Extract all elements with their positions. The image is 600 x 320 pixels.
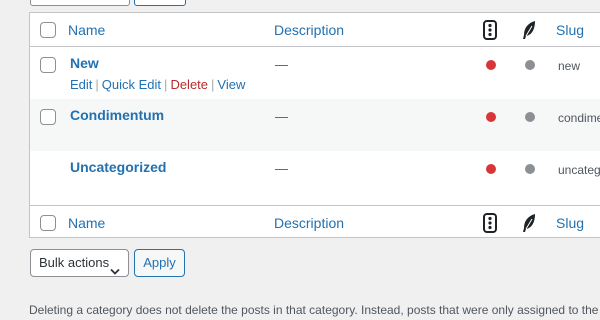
bulk-actions-select[interactable]: Bulk actions <box>30 249 129 277</box>
row-checkbox[interactable] <box>40 57 56 73</box>
action-separator: | <box>211 77 215 92</box>
column-name-sort-link[interactable]: Name <box>68 215 105 231</box>
view-link[interactable]: View <box>217 77 245 92</box>
category-description: — <box>275 109 288 124</box>
column-slug-sort-link[interactable]: Slug <box>556 22 584 38</box>
comments-column-icon[interactable] <box>482 213 498 233</box>
category-slug: condime <box>558 111 600 125</box>
column-description-sort-link[interactable]: Description <box>274 215 344 231</box>
table-row: Condimentum — condime <box>30 99 600 151</box>
row-actions: Edit | Quick Edit | Delete | View <box>70 77 245 92</box>
status-dot-grey <box>525 60 535 70</box>
category-name-link[interactable]: Condimentum <box>70 107 164 123</box>
column-name-sort-link[interactable]: Name <box>68 22 105 38</box>
category-slug: uncateg <box>558 163 600 177</box>
apply-button[interactable]: Apply <box>134 249 185 277</box>
bulk-actions-value: Bulk actions <box>39 255 110 270</box>
category-name-link[interactable]: New <box>70 55 99 71</box>
category-description: — <box>275 57 288 72</box>
status-dot-grey <box>525 112 535 122</box>
comments-column-icon[interactable] <box>482 20 498 40</box>
status-dot-red <box>486 112 496 122</box>
feather-column-icon[interactable] <box>521 213 537 233</box>
action-separator: | <box>164 77 168 92</box>
edit-link[interactable]: Edit <box>70 77 92 92</box>
action-separator: | <box>95 77 99 92</box>
status-dot-grey <box>525 164 535 174</box>
top-bulk-actions-select[interactable] <box>30 0 130 6</box>
select-all-checkbox-footer[interactable] <box>40 215 56 231</box>
categories-page: Name Description Slug New Edit | Quick E… <box>0 0 600 320</box>
status-dot-red <box>486 164 496 174</box>
column-slug-sort-link[interactable]: Slug <box>556 215 584 231</box>
categories-table: Name Description Slug New Edit | Quick E… <box>29 12 600 238</box>
row-checkbox[interactable] <box>40 109 56 125</box>
column-description-sort-link[interactable]: Description <box>274 22 344 38</box>
table-header: Name Description Slug <box>30 13 600 47</box>
quick-edit-link[interactable]: Quick Edit <box>102 77 161 92</box>
category-name-link[interactable]: Uncategorized <box>70 159 166 175</box>
footer-note: Deleting a category does not delete the … <box>29 303 599 317</box>
category-slug: new <box>558 59 581 73</box>
feather-column-icon[interactable] <box>521 20 537 40</box>
select-all-checkbox[interactable] <box>40 22 56 38</box>
table-row: Uncategorized — uncateg <box>30 151 600 205</box>
chevron-down-icon <box>110 259 120 275</box>
top-apply-button[interactable] <box>134 0 186 6</box>
table-footer: Name Description Slug <box>30 205 600 237</box>
status-dot-red <box>486 60 496 70</box>
table-row: New Edit | Quick Edit | Delete | View — new <box>30 47 600 99</box>
delete-link[interactable]: Delete <box>170 77 208 92</box>
category-description: — <box>275 161 288 176</box>
